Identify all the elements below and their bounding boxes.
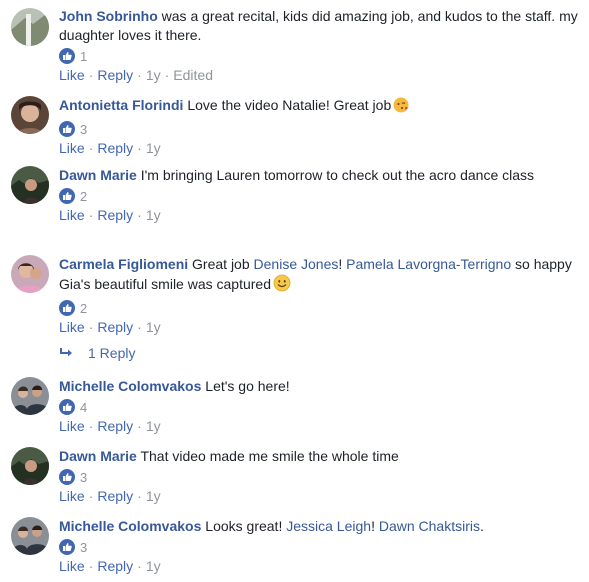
reaction-summary[interactable]: 3 bbox=[59, 468, 579, 486]
comment-text: . bbox=[479, 518, 484, 534]
like-reaction-icon bbox=[59, 188, 75, 204]
timestamp[interactable]: 1y bbox=[146, 67, 161, 83]
timestamp[interactable]: 1y bbox=[146, 207, 161, 223]
comment-author[interactable]: Dawn Marie bbox=[59, 448, 137, 464]
reaction-count: 2 bbox=[80, 300, 88, 316]
like-link[interactable]: Like bbox=[59, 418, 85, 434]
reaction-summary[interactable]: 2 bbox=[59, 299, 579, 317]
comment-author[interactable]: Michelle Colomvakos bbox=[59, 378, 201, 394]
comment-author[interactable]: Michelle Colomvakos bbox=[59, 518, 201, 534]
comment-text: That video made me smile the whole time bbox=[140, 448, 399, 464]
avatar[interactable] bbox=[11, 8, 49, 46]
like-link[interactable]: Like bbox=[59, 319, 85, 335]
view-replies-link[interactable]: 1 Reply bbox=[59, 343, 135, 363]
separator: · bbox=[137, 558, 142, 574]
edited-label[interactable]: Edited bbox=[173, 67, 213, 83]
avatar[interactable] bbox=[11, 96, 49, 134]
separator: · bbox=[137, 488, 142, 504]
comment-author[interactable]: Antonietta Florindi bbox=[59, 97, 183, 113]
comment-text: Let's go here! bbox=[205, 378, 290, 394]
like-link[interactable]: Like bbox=[59, 140, 85, 156]
mention-link[interactable]: Pamela Lavorgna-Terrigno bbox=[346, 256, 511, 272]
avatar[interactable] bbox=[11, 517, 49, 555]
separator: · bbox=[137, 418, 142, 434]
separator: · bbox=[88, 140, 94, 156]
avatar[interactable] bbox=[11, 377, 49, 415]
reply-link[interactable]: Reply bbox=[97, 488, 133, 504]
reply-arrow-icon bbox=[60, 348, 72, 357]
separator: · bbox=[164, 67, 170, 83]
reaction-count: 3 bbox=[80, 121, 88, 137]
replies-count[interactable]: 1 Reply bbox=[88, 345, 135, 361]
like-reaction-icon bbox=[59, 469, 75, 485]
mention-link[interactable]: Jessica Leigh bbox=[286, 518, 371, 534]
like-link[interactable]: Like bbox=[59, 207, 85, 223]
mention-link[interactable]: Denise Jones bbox=[254, 256, 339, 272]
like-link[interactable]: Like bbox=[59, 558, 85, 574]
comment-author[interactable]: Carmela Figliomeni bbox=[59, 256, 188, 272]
like-reaction-icon bbox=[59, 399, 75, 415]
reaction-summary[interactable]: 2 bbox=[59, 187, 579, 205]
separator: · bbox=[88, 488, 94, 504]
reply-link[interactable]: Reply bbox=[97, 558, 133, 574]
separator: · bbox=[88, 67, 94, 83]
comment-text: ! bbox=[371, 518, 375, 534]
separator: · bbox=[137, 207, 142, 223]
reaction-count: 3 bbox=[80, 469, 88, 485]
reaction-count: 1 bbox=[80, 48, 88, 64]
timestamp[interactable]: 1y bbox=[146, 418, 161, 434]
separator: · bbox=[88, 319, 94, 335]
separator: · bbox=[137, 67, 142, 83]
comment-text: Great job bbox=[192, 256, 250, 272]
timestamp[interactable]: 1y bbox=[146, 488, 161, 504]
kiss-emoji-icon bbox=[393, 96, 410, 118]
like-reaction-icon bbox=[59, 48, 75, 64]
separator: · bbox=[88, 558, 94, 574]
separator: · bbox=[88, 207, 94, 223]
like-reaction-icon bbox=[59, 300, 75, 316]
comment-author[interactable]: Dawn Marie bbox=[59, 167, 137, 183]
comment-text: Looks great! bbox=[205, 518, 283, 534]
comment-text: Love the video Natalie! Great job bbox=[187, 97, 392, 113]
reaction-count: 3 bbox=[80, 539, 88, 555]
separator: · bbox=[137, 319, 142, 335]
smile-emoji-icon bbox=[273, 274, 291, 297]
reaction-count: 2 bbox=[80, 188, 88, 204]
like-reaction-icon bbox=[59, 539, 75, 555]
mention-link[interactable]: Dawn Chaktsiris bbox=[379, 518, 480, 534]
separator: · bbox=[88, 418, 94, 434]
like-link[interactable]: Like bbox=[59, 67, 85, 83]
comment-text: ! bbox=[338, 256, 343, 272]
timestamp[interactable]: 1y bbox=[146, 140, 161, 156]
reply-link[interactable]: Reply bbox=[97, 319, 133, 335]
reaction-summary[interactable]: 3 bbox=[59, 120, 579, 138]
reply-link[interactable]: Reply bbox=[97, 418, 133, 434]
like-link[interactable]: Like bbox=[59, 488, 85, 504]
timestamp[interactable]: 1y bbox=[146, 558, 161, 574]
avatar[interactable] bbox=[11, 166, 49, 204]
reply-link[interactable]: Reply bbox=[97, 67, 133, 83]
reaction-summary[interactable]: 3 bbox=[59, 538, 579, 556]
timestamp[interactable]: 1y bbox=[146, 319, 161, 335]
separator: · bbox=[137, 140, 142, 156]
reaction-summary[interactable]: 4 bbox=[59, 398, 579, 416]
comment-author[interactable]: John Sobrinho bbox=[59, 8, 158, 24]
reply-link[interactable]: Reply bbox=[97, 207, 133, 223]
avatar[interactable] bbox=[11, 447, 49, 485]
reply-link[interactable]: Reply bbox=[97, 140, 133, 156]
reaction-count: 4 bbox=[80, 399, 88, 415]
avatar[interactable] bbox=[11, 255, 49, 293]
like-reaction-icon bbox=[59, 121, 75, 137]
comment-text: I'm bringing Lauren tomorrow to check ou… bbox=[140, 167, 535, 183]
reaction-summary[interactable]: 1 bbox=[59, 47, 579, 65]
